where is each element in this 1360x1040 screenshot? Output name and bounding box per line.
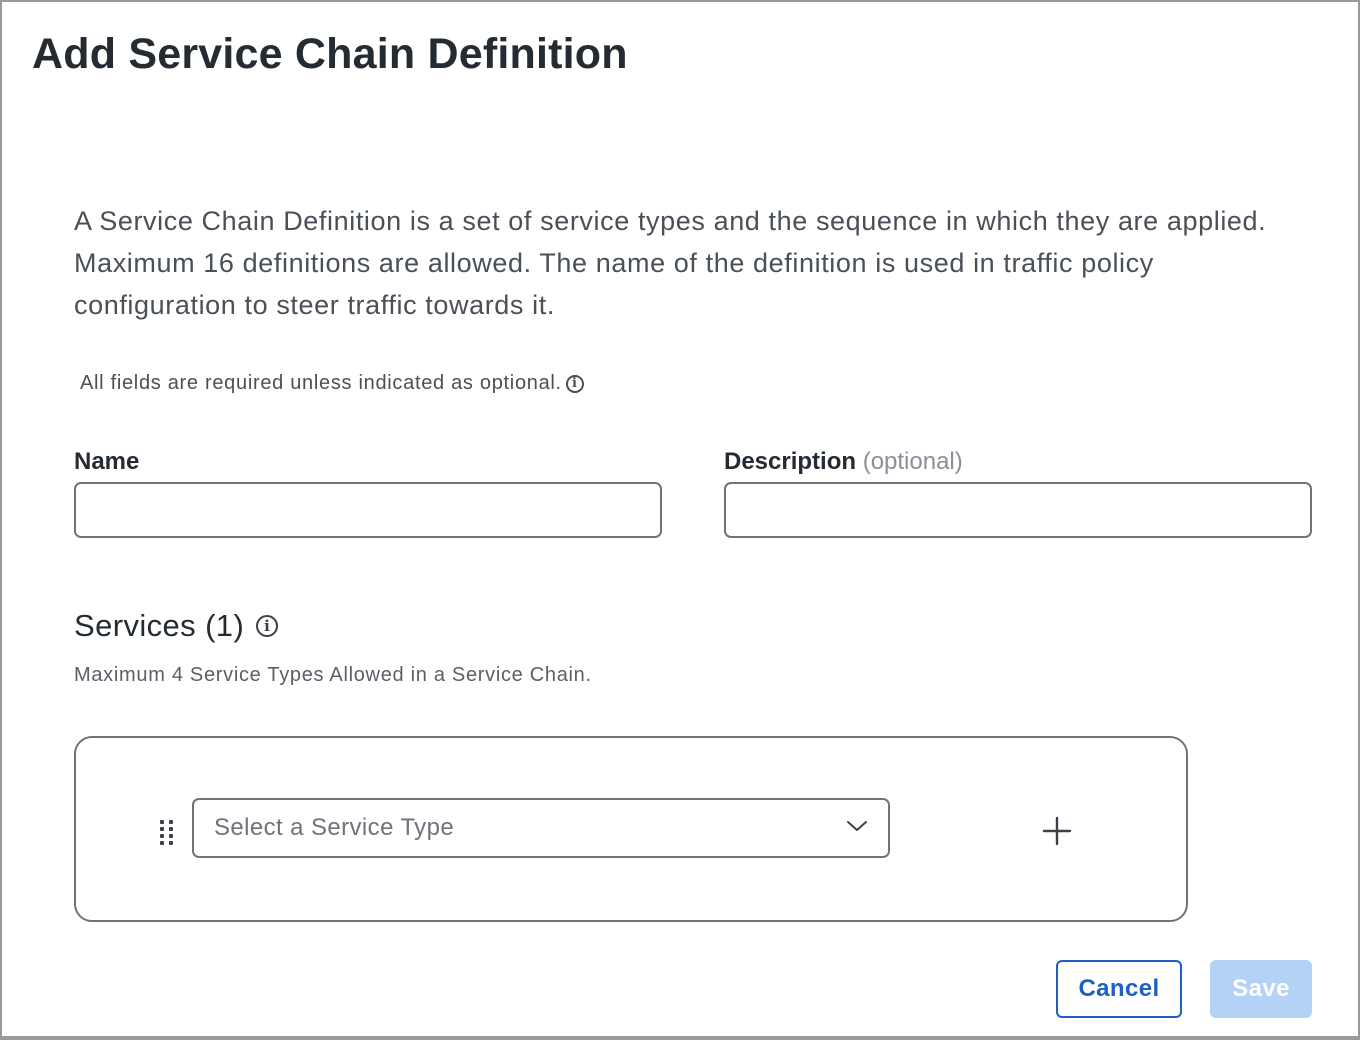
optional-indicator: (optional) [862,448,963,475]
name-label-text: Name [74,448,140,475]
services-info-icon[interactable]: i [256,615,279,637]
dialog-title: Add Service Chain Definition [32,30,628,78]
services-heading: Services (1) i [74,608,279,644]
name-label: Name [74,448,139,476]
info-icon[interactable]: i [565,374,584,393]
save-button[interactable]: Save [1210,960,1312,1018]
required-note-text: All fields are required unless indicated… [80,372,562,394]
services-limit-note: Maximum 4 Service Types Allowed in a Ser… [74,664,592,686]
plus-icon [1042,816,1072,846]
service-type-select[interactable]: Select a Service Type [192,798,890,858]
drag-handle-icon[interactable] [160,820,174,846]
description-label-text: Description [724,448,857,475]
description-label: Description (optional) [724,448,963,476]
cancel-button[interactable]: Cancel [1056,960,1182,1018]
name-field[interactable] [74,482,662,538]
service-type-placeholder: Select a Service Type [214,814,455,841]
add-service-button[interactable] [1038,812,1076,850]
description-field[interactable] [724,482,1312,538]
chevron-down-icon [846,819,868,838]
services-container: Select a Service Type [74,736,1188,922]
required-fields-note: All fields are required unless indicated… [80,372,584,395]
intro-text: A Service Chain Definition is a set of s… [74,206,1267,320]
add-service-chain-dialog: Add Service Chain Definition A Service C… [2,2,1358,1036]
services-heading-text: Services (1) [74,608,245,643]
